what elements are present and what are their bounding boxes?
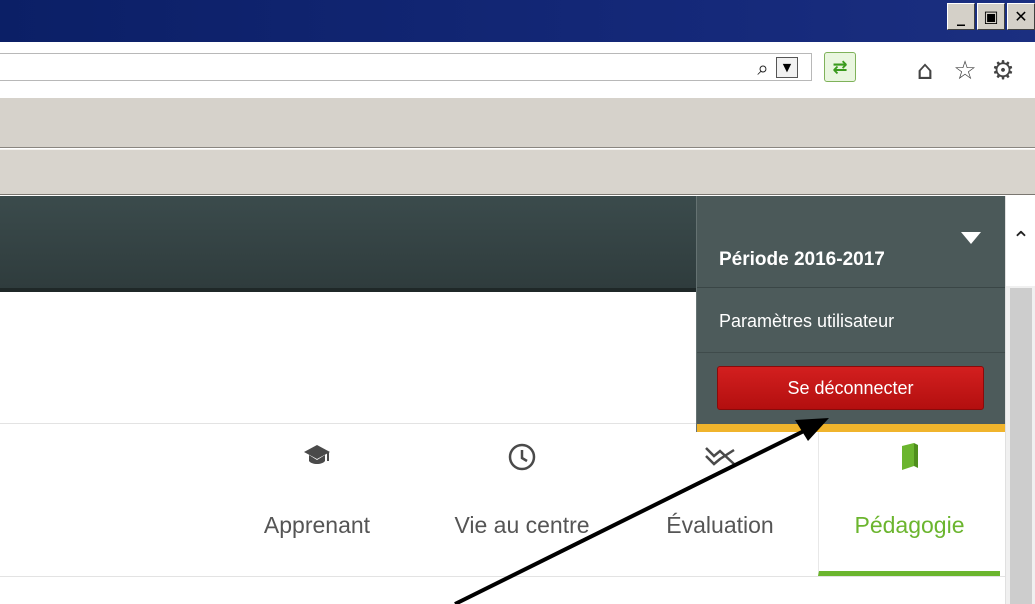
graduation-cap-icon-svg <box>304 445 330 464</box>
nav-tab-pedagogie[interactable]: Pédagogie <box>818 432 1000 576</box>
scroll-up-icon[interactable]: ⌃ <box>1006 196 1035 286</box>
window-controls: _ ▣ ✕ <box>947 3 1035 30</box>
browser-favorites-bar <box>0 149 1035 195</box>
close-icon[interactable]: ✕ <box>1007 3 1035 30</box>
period-label: Période 2016-2017 <box>719 249 885 270</box>
period-selector[interactable]: Période 2016-2017 <box>697 196 1006 288</box>
address-bar: ⌕ ▼ <box>0 42 1035 98</box>
chevron-down-icon[interactable]: ▼ <box>776 57 798 78</box>
nav-tab-evaluation[interactable]: Évaluation <box>640 432 800 576</box>
graduation-cap-icon <box>242 442 392 475</box>
nav-tab-label: Vie au centre <box>454 512 590 538</box>
nav-tab-label: Évaluation <box>666 512 774 538</box>
window-titlebar: _ ▣ ✕ <box>0 0 1035 42</box>
restore-icon[interactable]: ▣ <box>977 3 1005 30</box>
url-input[interactable]: ⌕ ▼ <box>0 53 812 81</box>
chart-trend-icon <box>640 442 800 477</box>
menu-accent-bar <box>697 424 1006 432</box>
main-nav: Apprenant Vie au centre Évaluation Pédag… <box>0 432 1005 576</box>
user-settings-label: Paramètres utilisateur <box>719 311 895 331</box>
user-dropdown-menu: Période 2016-2017 Paramètres utilisateur… <box>696 196 1006 432</box>
logout-row: Se déconnecter <box>697 354 1006 424</box>
minimize-icon[interactable]: _ <box>947 3 975 30</box>
page-scrollbar[interactable]: ⌃ <box>1005 196 1035 604</box>
gear-icon[interactable]: ⚙ <box>988 56 1018 86</box>
scroll-thumb[interactable] <box>1010 288 1032 604</box>
nav-tab-label: Apprenant <box>263 512 371 538</box>
search-icon[interactable]: ⌕ <box>750 56 776 80</box>
browser-command-bar <box>0 98 1035 148</box>
compatibility-view-icon[interactable]: ⇄ <box>824 52 856 82</box>
nav-tab-vie-au-centre[interactable]: Vie au centre <box>424 432 620 576</box>
chart-trend-icon-svg <box>705 447 735 466</box>
nav-divider <box>0 576 1005 577</box>
nav-tab-label: Pédagogie <box>854 512 965 538</box>
favorites-star-icon[interactable]: ☆ <box>950 56 980 86</box>
nav-tab-apprenant[interactable]: Apprenant <box>242 432 392 576</box>
clock-icon <box>424 442 620 479</box>
book-icon <box>819 442 1000 479</box>
logout-button[interactable]: Se déconnecter <box>717 366 984 410</box>
user-settings-menu-item[interactable]: Paramètres utilisateur <box>697 289 1006 353</box>
clock-icon-svg <box>508 443 536 471</box>
home-icon[interactable]: ⌂ <box>910 56 940 86</box>
book-icon-svg <box>901 443 918 470</box>
caret-down-icon[interactable] <box>961 232 981 244</box>
